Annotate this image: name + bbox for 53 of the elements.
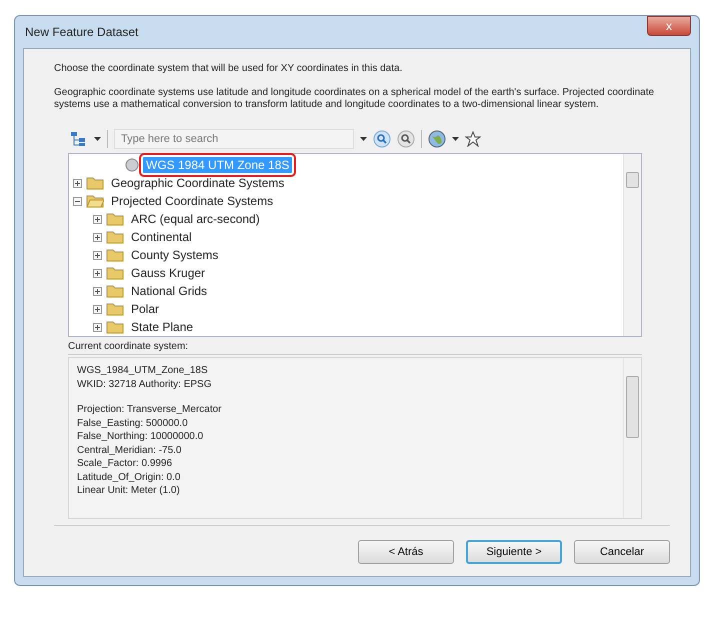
- current-system-label: Current coordinate system:: [68, 341, 642, 355]
- window-title: New Feature Dataset: [24, 25, 138, 39]
- caret-icon[interactable]: [360, 137, 367, 141]
- tree-item[interactable]: Gauss Kruger: [128, 265, 208, 281]
- folder-icon: [86, 176, 104, 190]
- folder-icon: [106, 320, 124, 334]
- detail-line: WGS_1984_UTM_Zone_18S: [77, 364, 209, 378]
- expand-icon[interactable]: [73, 178, 82, 188]
- detail-line: WKID: 32718 Authority: EPSG: [77, 378, 213, 391]
- tree-item[interactable]: Polar: [128, 301, 162, 317]
- search-icon[interactable]: [373, 130, 391, 148]
- expand-icon[interactable]: [93, 304, 102, 314]
- collapse-icon[interactable]: [73, 196, 82, 206]
- explanation-text: Geographic coordinate systems use latitude and longitude coordinates on a spherical model of the earth's surface. Projected coordinate systems use a mathematical conversion to transform latitude and longitude coordinates to a two-dimensional linear system.: [54, 87, 656, 111]
- tree-item[interactable]: Continental: [128, 229, 195, 245]
- expand-icon[interactable]: [93, 322, 102, 332]
- search-options-icon[interactable]: [397, 130, 415, 148]
- detail-line: Central_Meridian: -75.0: [77, 444, 182, 457]
- tree-item[interactable]: State Plane: [128, 319, 196, 335]
- folder-icon: [106, 248, 124, 262]
- tree-item[interactable]: National Grids: [128, 283, 210, 299]
- expand-icon[interactable]: [93, 268, 102, 278]
- detail-line: False_Northing: 10000000.0: [77, 430, 204, 444]
- detail-line: Projection: Transverse_Mercator: [77, 403, 223, 416]
- caret-icon[interactable]: [94, 137, 101, 141]
- dialog-button[interactable]: Cancelar: [574, 540, 670, 564]
- tree-item[interactable]: ARC (equal arc-second): [128, 211, 263, 227]
- intro-text: Choose the coordinate system that will be used for XY coordinates in this data.: [54, 63, 404, 75]
- scrollbar[interactable]: [623, 154, 641, 336]
- detail-line: Scale_Factor: 0.9996: [77, 457, 174, 470]
- search-field[interactable]: Type here to search: [114, 129, 354, 149]
- expand-icon[interactable]: [93, 250, 102, 260]
- expand-icon[interactable]: [93, 232, 102, 242]
- folder-icon: [106, 266, 124, 280]
- expand-icon[interactable]: [93, 214, 102, 224]
- detail-line: Latitude_Of_Origin: 0.0: [77, 470, 182, 484]
- folder-icon: [106, 212, 124, 226]
- tree-view-icon[interactable]: [70, 131, 88, 147]
- caret-icon[interactable]: [452, 137, 459, 141]
- dialog-button[interactable]: < Atrás: [358, 540, 454, 564]
- folder-icon: [106, 302, 124, 316]
- detail-line: Linear Unit: Meter (1.0): [77, 484, 181, 498]
- tree-item[interactable]: Geographic Coordinate Systems: [108, 175, 288, 191]
- folder-icon: [106, 284, 124, 298]
- tree-item[interactable]: County Systems: [128, 247, 222, 263]
- folder-icon: [106, 230, 124, 244]
- expand-icon[interactable]: [93, 286, 102, 296]
- star-icon[interactable]: [465, 131, 481, 147]
- open-folder-icon: [86, 194, 104, 208]
- dialog-button[interactable]: Siguiente >: [466, 540, 562, 564]
- tree-item[interactable]: Projected Coordinate Systems: [108, 193, 276, 209]
- detail-line: False_Easting: 500000.0: [77, 416, 189, 430]
- scrollbar[interactable]: [623, 358, 641, 518]
